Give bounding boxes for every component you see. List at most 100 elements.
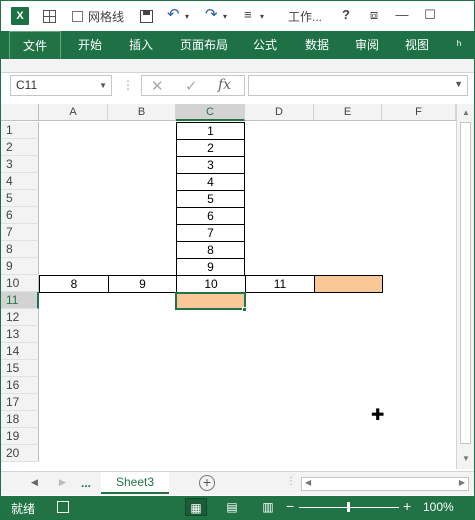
name-box[interactable]: C11 ▼ — [10, 75, 112, 96]
scroll-down-icon[interactable]: ▼ — [462, 454, 470, 463]
save-icon[interactable] — [140, 10, 153, 23]
more-sheets-button[interactable]: ... — [81, 476, 91, 490]
row-header-3[interactable]: 3 — [1, 156, 39, 173]
cell-c6[interactable]: 6 — [176, 207, 245, 225]
row-header-18[interactable]: 18 — [1, 411, 39, 428]
tab-insert[interactable]: 插入 — [121, 31, 161, 59]
tab-page-layout[interactable]: 页面布局 — [173, 31, 235, 59]
cell-d10[interactable]: 11 — [245, 275, 315, 293]
sheet-tab-sheet3[interactable]: Sheet3 — [101, 472, 169, 494]
minimize-button[interactable]: — — [393, 7, 411, 22]
column-header-d[interactable]: D — [245, 104, 314, 121]
row-header-10[interactable]: 10 — [1, 275, 39, 292]
zoom-out-button[interactable]: − — [286, 498, 294, 514]
cancel-icon[interactable]: ✕ — [151, 77, 164, 95]
column-header-a[interactable]: A — [39, 104, 108, 121]
vertical-scroll-thumb[interactable] — [460, 122, 471, 444]
page-break-view-button[interactable]: ▥ — [257, 498, 279, 516]
row-header-12[interactable]: 12 — [1, 309, 39, 326]
horizontal-scrollbar[interactable]: ◀ ▶ — [301, 477, 469, 491]
row-header-6[interactable]: 6 — [1, 207, 39, 224]
tab-view[interactable]: 视图 — [397, 31, 437, 59]
enter-icon[interactable]: ✓ — [185, 77, 198, 95]
scroll-left-icon[interactable]: ◀ — [305, 478, 311, 487]
cell-c7[interactable]: 7 — [176, 224, 245, 242]
cell-c10[interactable]: 10 — [176, 275, 246, 293]
redo-icon[interactable]: ↷ — [205, 5, 218, 23]
row-header-7[interactable]: 7 — [1, 224, 39, 241]
tab-review[interactable]: 审阅 — [347, 31, 387, 59]
tab-file[interactable]: 文件 — [9, 31, 61, 59]
next-sheet-icon[interactable]: ▶ — [59, 477, 66, 488]
cell-c2[interactable]: 2 — [176, 139, 245, 157]
cell-c9[interactable]: 9 — [176, 258, 245, 276]
gridlines-checkbox[interactable] — [72, 11, 83, 22]
tab-overflow[interactable]: ʰ — [451, 31, 467, 59]
prev-sheet-icon[interactable]: ◀ — [31, 477, 38, 488]
scroll-up-icon[interactable]: ▲ — [462, 108, 470, 117]
page-layout-view-button[interactable]: ▤ — [221, 498, 243, 516]
macro-record-icon[interactable] — [57, 501, 69, 513]
cell-c5[interactable]: 5 — [176, 190, 245, 208]
cell-c1[interactable]: 1 — [176, 122, 245, 140]
row-header-11[interactable]: 11 — [1, 292, 39, 309]
ribbon-collapsed-area — [1, 59, 474, 73]
table-grid-icon[interactable] — [43, 10, 56, 23]
excel-logo-icon[interactable]: X — [11, 7, 29, 25]
select-all-corner[interactable] — [1, 104, 39, 121]
row-header-9[interactable]: 9 — [1, 258, 39, 275]
cell-a10[interactable]: 8 — [39, 275, 109, 293]
row-header-15[interactable]: 15 — [1, 360, 39, 377]
cross-cursor-icon: ✚ — [371, 407, 385, 424]
cell-b10[interactable]: 9 — [108, 275, 177, 293]
cell-e10[interactable] — [314, 275, 383, 293]
column-header-f[interactable]: F — [382, 104, 456, 121]
expand-formula-bar-icon[interactable]: ▼ — [454, 79, 463, 89]
normal-view-button[interactable]: ▦ — [185, 498, 207, 516]
row-header-1[interactable]: 1 — [1, 122, 39, 139]
row-header-8[interactable]: 8 — [1, 241, 39, 258]
vertical-scrollbar[interactable]: ▲ ▼ — [456, 104, 474, 469]
column-header-e[interactable]: E — [314, 104, 382, 121]
maximize-button[interactable]: ☐ — [421, 7, 439, 23]
cell-c4[interactable]: 4 — [176, 173, 245, 191]
row-header-4[interactable]: 4 — [1, 173, 39, 190]
scroll-right-icon[interactable]: ▶ — [459, 478, 465, 487]
tab-formulas[interactable]: 公式 — [245, 31, 285, 59]
column-header-b[interactable]: B — [108, 104, 176, 121]
cell-c3[interactable]: 3 — [176, 156, 245, 174]
active-cell-c11[interactable] — [175, 292, 246, 310]
excel-window: X 网格线 ↶ ▾ ↷ ▾ ≡ ▾ 工作... ? ⧈ — ☐ 文件 开始 插入… — [0, 0, 475, 520]
name-box-dropdown-icon[interactable]: ▼ — [99, 76, 107, 95]
tab-split-grip-icon[interactable]: ⋮ — [286, 476, 296, 487]
row-header-13[interactable]: 13 — [1, 326, 39, 343]
fill-handle[interactable] — [242, 307, 247, 312]
zoom-slider-knob[interactable] — [347, 502, 350, 512]
tab-home[interactable]: 开始 — [71, 31, 109, 59]
customize-toolbar-icon[interactable]: ≡ — [244, 7, 252, 22]
help-button[interactable]: ? — [337, 7, 355, 22]
spreadsheet-grid[interactable]: A B C D E F 1 2 3 4 5 6 7 8 9 10 11 12 13 14 15 16 17 18 1… — [1, 104, 456, 469]
row-header-20[interactable]: 20 — [1, 445, 39, 462]
formula-bar: C11 ▼ ⋮ ✕ ✓ fx ▼ — [1, 73, 474, 99]
undo-icon[interactable]: ↶ — [167, 5, 180, 23]
insert-function-icon[interactable]: fx — [218, 77, 231, 93]
row-header-2[interactable]: 2 — [1, 139, 39, 156]
column-header-c[interactable]: C — [176, 104, 245, 121]
customize-dropdown-icon[interactable]: ▾ — [260, 12, 264, 21]
zoom-level[interactable]: 100% — [423, 500, 454, 514]
row-header-19[interactable]: 19 — [1, 428, 39, 445]
row-header-14[interactable]: 14 — [1, 343, 39, 360]
formula-input[interactable]: ▼ — [248, 75, 468, 96]
zoom-in-button[interactable]: + — [403, 498, 411, 514]
undo-dropdown-icon[interactable]: ▾ — [185, 12, 189, 21]
row-header-5[interactable]: 5 — [1, 190, 39, 207]
status-ready: 就绪 — [11, 502, 36, 516]
new-sheet-button[interactable]: + — [199, 475, 215, 491]
row-header-17[interactable]: 17 — [1, 394, 39, 411]
cell-c8[interactable]: 8 — [176, 241, 245, 259]
redo-dropdown-icon[interactable]: ▾ — [223, 12, 227, 21]
row-header-16[interactable]: 16 — [1, 377, 39, 394]
ribbon-display-options-button[interactable]: ⧈ — [365, 7, 383, 23]
tab-data[interactable]: 数据 — [297, 31, 337, 59]
